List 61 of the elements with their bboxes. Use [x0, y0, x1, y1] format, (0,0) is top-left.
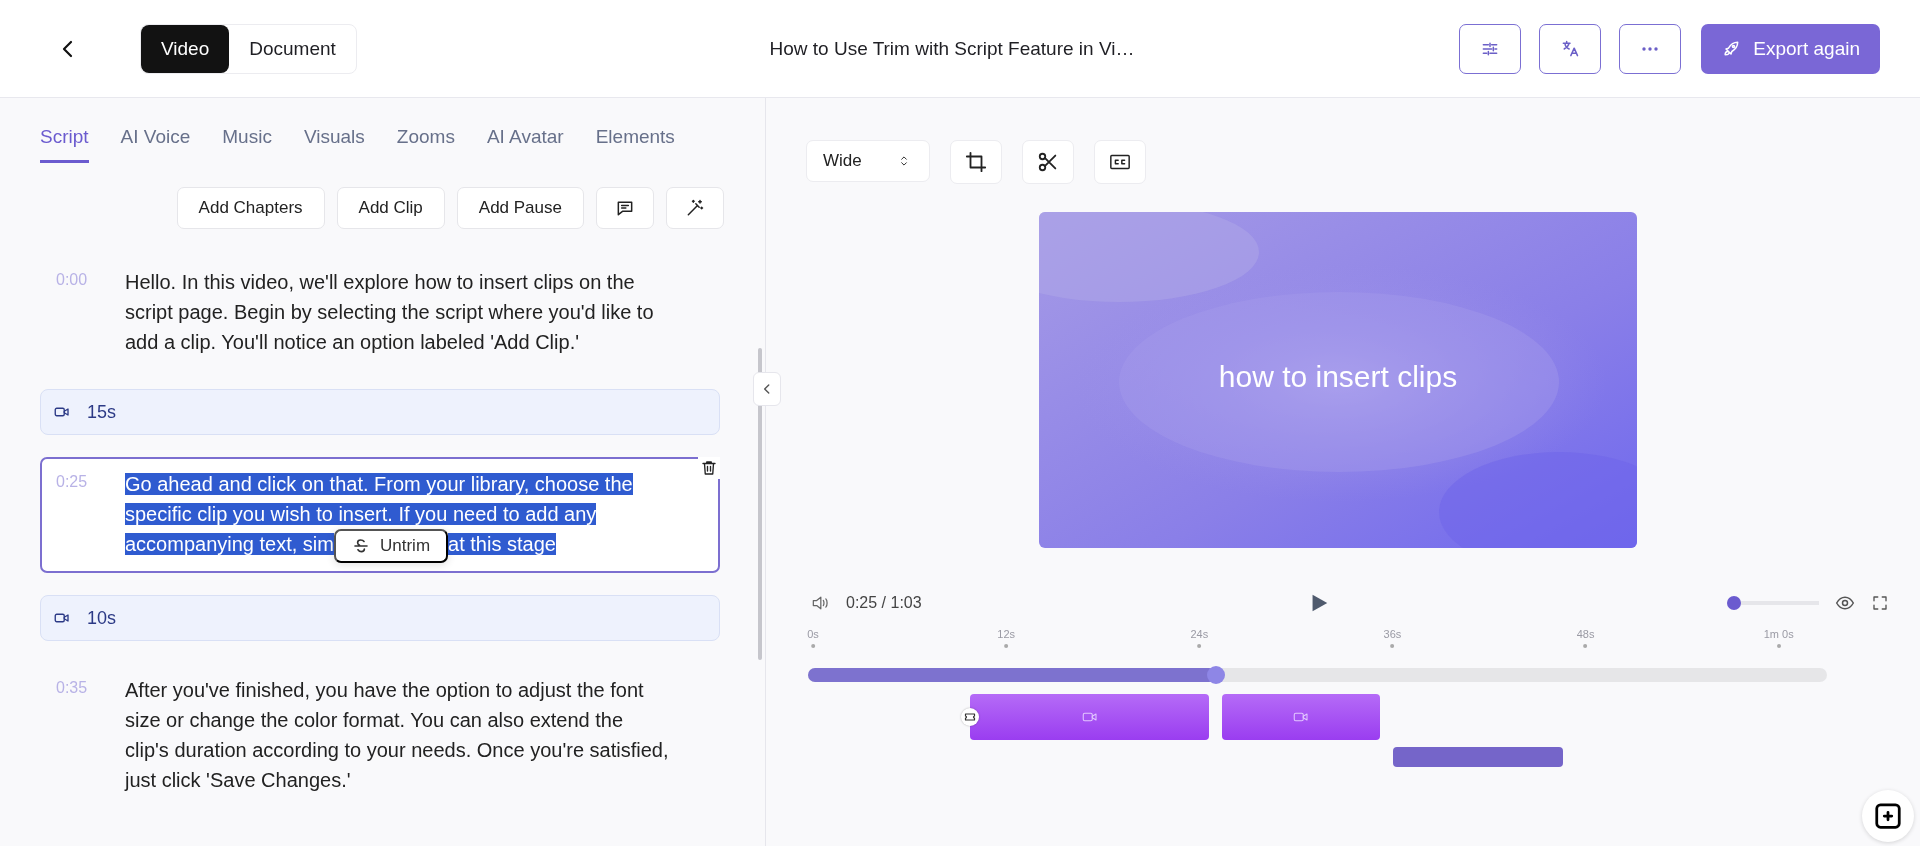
editor-tab[interactable]: Elements — [595, 124, 675, 163]
crop-button[interactable] — [950, 140, 1002, 184]
timeline-clip[interactable] — [1221, 694, 1380, 740]
editor-tab[interactable]: Visuals — [303, 124, 365, 163]
editor-tab[interactable]: Music — [222, 124, 272, 163]
tick-label: 24s — [1190, 628, 1209, 640]
clip-bar[interactable]: 15s — [40, 389, 720, 435]
crop-icon — [965, 151, 987, 173]
clip-duration: 15s — [87, 401, 117, 423]
strikethrough-icon — [352, 537, 370, 555]
timeline-clip[interactable] — [970, 694, 1210, 740]
trim-handle[interactable] — [961, 708, 979, 726]
clip-bar[interactable]: 10s — [40, 595, 720, 641]
clip-duration: 10s — [87, 607, 117, 629]
tick-label: 36s — [1383, 628, 1402, 640]
untrim-button[interactable]: Untrim — [334, 529, 449, 563]
editor-tab[interactable]: Zooms — [396, 124, 455, 163]
adjust-button[interactable] — [1459, 23, 1522, 74]
editor-tab[interactable]: AI Avatar — [486, 124, 564, 163]
scissors-icon — [1037, 151, 1059, 173]
magic-wand-icon — [685, 198, 705, 218]
toolbar-button[interactable]: Add Chapters — [176, 187, 325, 229]
audio-clip[interactable] — [1392, 747, 1564, 767]
comment-button[interactable] — [596, 187, 654, 229]
translate-button[interactable] — [1539, 23, 1602, 74]
timestamp: 0:35 — [56, 678, 89, 698]
export-button[interactable]: Export again — [1701, 23, 1880, 74]
more-icon — [1642, 46, 1659, 51]
captions-button[interactable] — [1094, 140, 1146, 184]
video-title: How to Use Trim with Script Feature in Vi… — [769, 37, 1135, 60]
trash-icon — [700, 459, 718, 477]
playhead-handle[interactable] — [1206, 666, 1225, 684]
mode-tab[interactable]: Video — [141, 24, 230, 73]
script-paragraph: After you've finished, you have the option to adjust the font size or change the color format. You can also extend the clip's duration according to your needs. Once you're satisfied, just click 'Save Changes.' — [125, 678, 670, 793]
aspect-select[interactable]: Wide — [806, 140, 930, 182]
tick-label: 48s — [1576, 628, 1595, 640]
add-button[interactable] — [1862, 790, 1914, 842]
translate-icon — [1560, 38, 1581, 59]
fullscreen-icon — [1871, 594, 1889, 612]
more-button[interactable] — [1619, 23, 1682, 74]
tick-label: 0s — [807, 628, 819, 640]
eye-icon — [1835, 593, 1855, 613]
toolbar-button[interactable]: Add Pause — [456, 187, 584, 229]
timestamp: 0:00 — [56, 270, 89, 290]
scissors-button[interactable] — [1022, 140, 1074, 184]
playback-time: 0:25 / 1:03 — [846, 594, 922, 612]
magic-button[interactable] — [666, 187, 724, 229]
add-square-icon — [1873, 801, 1903, 831]
tick-label: 1m 0s — [1763, 628, 1794, 640]
editor-tab[interactable]: Script — [40, 124, 89, 163]
video-caption: how to insert clips — [1217, 360, 1459, 394]
slider-thumb[interactable] — [1727, 596, 1741, 610]
script-paragraph: Hello. In this video, we'll explore how to insert clips on the script page. Begin by selecting the script where you'd like to add a clip. You'll notice an option labeled 'Add Clip.' — [125, 270, 655, 355]
mode-tab[interactable]: Document — [229, 24, 356, 73]
timestamp: 0:25 — [56, 472, 89, 492]
toolbar-button[interactable]: Add Clip — [336, 187, 445, 229]
editor-tab[interactable]: AI Voice — [120, 124, 191, 163]
message-icon — [615, 198, 635, 218]
ticket-icon — [964, 711, 976, 723]
tick-label: 12s — [997, 628, 1015, 640]
timeline-track[interactable] — [808, 668, 1827, 682]
